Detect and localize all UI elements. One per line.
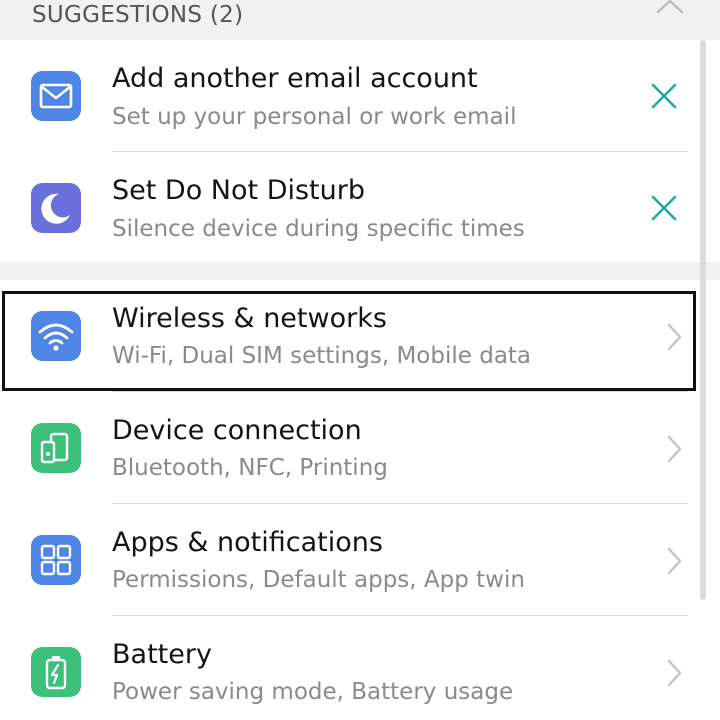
chevron-right-icon <box>667 547 682 575</box>
suggestion-email-subtitle: Set up your personal or work email <box>112 104 517 130</box>
battery-icon <box>31 647 81 697</box>
close-icon[interactable] <box>646 190 682 226</box>
settings-item-device-connection[interactable]: Device connection Bluetooth, NFC, Printi… <box>0 392 720 504</box>
settings-list-card: Wireless & networks Wi-Fi, Dual SIM sett… <box>0 280 720 720</box>
suggestions-card: Add another email account Set up your pe… <box>0 40 720 262</box>
device-connection-icon <box>31 423 81 473</box>
device-connection-subtitle: Bluetooth, NFC, Printing <box>112 455 388 481</box>
chevron-right-icon <box>667 323 682 351</box>
settings-item-wireless-networks[interactable]: Wireless & networks Wi-Fi, Dual SIM sett… <box>0 280 720 392</box>
moon-icon <box>31 183 81 233</box>
settings-item-battery[interactable]: Battery Power saving mode, Battery usage <box>0 616 720 720</box>
scrollbar[interactable] <box>700 40 706 600</box>
device-connection-title: Device connection <box>112 415 362 446</box>
settings-screen: SUGGESTIONS (2) Add another email accoun… <box>0 0 720 720</box>
battery-title: Battery <box>112 639 212 670</box>
suggestions-header[interactable]: SUGGESTIONS (2) <box>0 0 720 40</box>
wireless-networks-title: Wireless & networks <box>112 303 387 334</box>
wireless-networks-subtitle: Wi-Fi, Dual SIM settings, Mobile data <box>112 343 532 369</box>
close-icon[interactable] <box>646 78 682 114</box>
suggestion-dnd-title: Set Do Not Disturb <box>112 175 365 206</box>
settings-item-apps-notifications[interactable]: Apps & notifications Permissions, Defaul… <box>0 504 720 616</box>
battery-subtitle: Power saving mode, Battery usage <box>112 679 514 705</box>
suggestion-email-row[interactable]: Add another email account Set up your pe… <box>0 40 720 152</box>
wifi-icon <box>31 311 81 361</box>
apps-notifications-subtitle: Permissions, Default apps, App twin <box>112 567 525 593</box>
suggestion-dnd-row[interactable]: Set Do Not Disturb Silence device during… <box>0 152 720 264</box>
chevron-right-icon <box>667 435 682 463</box>
suggestion-email-title: Add another email account <box>112 63 478 94</box>
suggestion-dnd-subtitle: Silence device during specific times <box>112 216 525 242</box>
email-icon <box>31 71 81 121</box>
suggestions-title: SUGGESTIONS (2) <box>32 2 244 28</box>
apps-notifications-title: Apps & notifications <box>112 527 383 558</box>
chevron-right-icon <box>667 659 682 687</box>
apps-grid-icon <box>31 535 81 585</box>
chevron-up-icon[interactable] <box>654 0 686 18</box>
